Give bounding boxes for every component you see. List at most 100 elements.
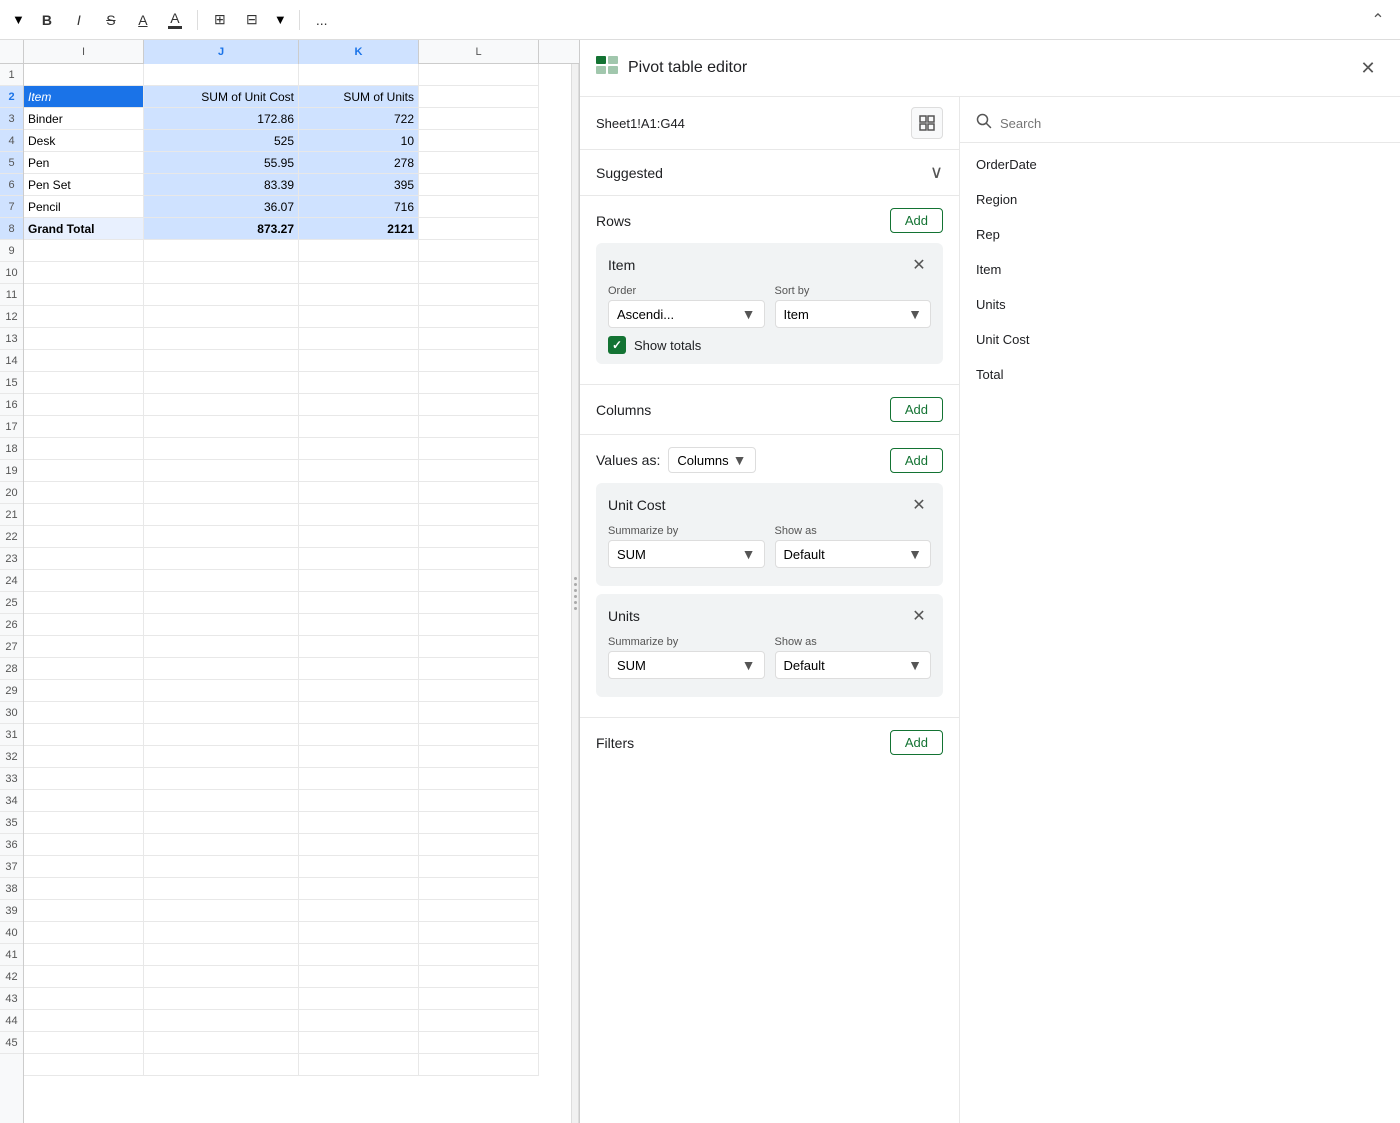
columns-add-button[interactable]: Add: [890, 397, 943, 422]
list-item[interactable]: Rep: [960, 217, 1400, 252]
cell-8-L[interactable]: [419, 218, 539, 240]
unit-cost-card-close-button[interactable]: ✕: [907, 493, 931, 517]
order-dropdown[interactable]: Ascendi... ▼: [608, 300, 765, 328]
cell-6-L[interactable]: [419, 174, 539, 196]
values-as-dropdown[interactable]: Columns ▼: [668, 447, 755, 473]
cell-6-K[interactable]: 395: [299, 174, 419, 196]
table-button[interactable]: ⊞: [206, 6, 234, 34]
list-item[interactable]: Unit Cost: [960, 322, 1400, 357]
cell-6-I[interactable]: Pen Set: [24, 174, 144, 196]
cell-6-J[interactable]: 83.39: [144, 174, 299, 196]
list-item[interactable]: Item: [960, 252, 1400, 287]
search-icon: [976, 113, 992, 134]
list-item[interactable]: OrderDate: [960, 147, 1400, 182]
grid-cells: Item SUM of Unit Cost SUM of Units Binde…: [24, 64, 571, 1123]
fill-color-button[interactable]: A: [161, 6, 189, 34]
cell-5-I[interactable]: Pen: [24, 152, 144, 174]
row-num-38: 38: [0, 878, 23, 900]
cell-8-K[interactable]: 2121: [299, 218, 419, 240]
pivot-panel-title: Pivot table editor: [628, 59, 1342, 77]
row-num-26: 26: [0, 614, 23, 636]
drag-divider[interactable]: [571, 64, 579, 1123]
col-header-J[interactable]: J: [144, 40, 299, 64]
cell-4-K[interactable]: 10: [299, 130, 419, 152]
select-range-button[interactable]: [911, 107, 943, 139]
cell-7-K[interactable]: 716: [299, 196, 419, 218]
cell-7-J[interactable]: 36.07: [144, 196, 299, 218]
cell-2-L[interactable]: [419, 86, 539, 108]
table-row: Desk 525 10: [24, 130, 571, 152]
pivot-close-button[interactable]: ✕: [1352, 52, 1384, 84]
order-group: Order Ascendi... ▼: [608, 285, 765, 328]
units-summarize-by-dropdown[interactable]: SUM ▼: [608, 651, 765, 679]
cell-1-K[interactable]: [299, 64, 419, 86]
filters-title: Filters: [596, 735, 634, 751]
italic-button[interactable]: I: [65, 6, 93, 34]
cell-8-I[interactable]: Grand Total: [24, 218, 144, 240]
cell-2-K[interactable]: SUM of Units: [299, 86, 419, 108]
cell-2-I[interactable]: Item: [24, 86, 144, 108]
cell-4-J[interactable]: 525: [144, 130, 299, 152]
row-num-9: 9: [0, 240, 23, 262]
row-num-18: 18: [0, 438, 23, 460]
item-card-close-button[interactable]: ✕: [907, 253, 931, 277]
suggested-header[interactable]: Suggested ∨: [596, 162, 943, 183]
values-as-label: Values as:: [596, 452, 660, 468]
row-num-30: 30: [0, 702, 23, 724]
cell-5-J[interactable]: 55.95: [144, 152, 299, 174]
summarize-by-dropdown[interactable]: SUM ▼: [608, 540, 765, 568]
table-row: Item SUM of Unit Cost SUM of Units: [24, 86, 571, 108]
cell-1-L[interactable]: [419, 64, 539, 86]
filters-add-button[interactable]: Add: [890, 730, 943, 755]
cell-3-J[interactable]: 172.86: [144, 108, 299, 130]
show-totals-checkbox[interactable]: [608, 336, 626, 354]
merge-button[interactable]: ⊟: [238, 6, 266, 34]
units-summarize-by-label: Summarize by: [608, 636, 765, 648]
chevron-down-icon: ▼: [742, 657, 756, 673]
more-button[interactable]: ...: [308, 6, 336, 34]
bold-button[interactable]: B: [33, 6, 61, 34]
units-show-as-dropdown[interactable]: Default ▼: [775, 651, 932, 679]
cell-4-I[interactable]: Desk: [24, 130, 144, 152]
search-input[interactable]: [1000, 116, 1384, 131]
columns-title: Columns: [596, 402, 651, 418]
cell-3-I[interactable]: Binder: [24, 108, 144, 130]
sort-by-dropdown[interactable]: Item ▼: [775, 300, 932, 328]
strikethrough-button[interactable]: S: [97, 6, 125, 34]
drag-dot: [574, 595, 577, 598]
suggested-section: Suggested ∨: [580, 150, 959, 196]
row-num-44: 44: [0, 1010, 23, 1032]
merge-dropdown[interactable]: ▼: [270, 10, 291, 29]
cell-4-L[interactable]: [419, 130, 539, 152]
cell-7-L[interactable]: [419, 196, 539, 218]
cell-1-J[interactable]: [144, 64, 299, 86]
cell-3-L[interactable]: [419, 108, 539, 130]
cell-5-K[interactable]: 278: [299, 152, 419, 174]
units-card-close-button[interactable]: ✕: [907, 604, 931, 628]
cell-2-J[interactable]: SUM of Unit Cost: [144, 86, 299, 108]
cell-1-I[interactable]: [24, 64, 144, 86]
col-header-I[interactable]: I: [24, 40, 144, 64]
cell-8-J[interactable]: 873.27: [144, 218, 299, 240]
row-num-21: 21: [0, 504, 23, 526]
list-item[interactable]: Total: [960, 357, 1400, 392]
list-item[interactable]: Region: [960, 182, 1400, 217]
font-dropdown[interactable]: ▼: [8, 10, 29, 29]
collapse-button[interactable]: ⌃: [1364, 6, 1392, 34]
row-num-13: 13: [0, 328, 23, 350]
cell-3-K[interactable]: 722: [299, 108, 419, 130]
text-color-button[interactable]: A: [129, 6, 157, 34]
show-as-dropdown[interactable]: Default ▼: [775, 540, 932, 568]
cell-5-L[interactable]: [419, 152, 539, 174]
values-add-button[interactable]: Add: [890, 448, 943, 473]
list-item[interactable]: Units: [960, 287, 1400, 322]
table-row: [24, 548, 571, 570]
table-row: Pen 55.95 278: [24, 152, 571, 174]
unit-cost-field-card: Unit Cost ✕ Summarize by SUM ▼: [596, 483, 943, 586]
col-header-L[interactable]: L: [419, 40, 539, 64]
col-header-K[interactable]: K: [299, 40, 419, 64]
rows-add-button[interactable]: Add: [890, 208, 943, 233]
row-num-28: 28: [0, 658, 23, 680]
cell-7-I[interactable]: Pencil: [24, 196, 144, 218]
units-summarize-by-group: Summarize by SUM ▼: [608, 636, 765, 679]
